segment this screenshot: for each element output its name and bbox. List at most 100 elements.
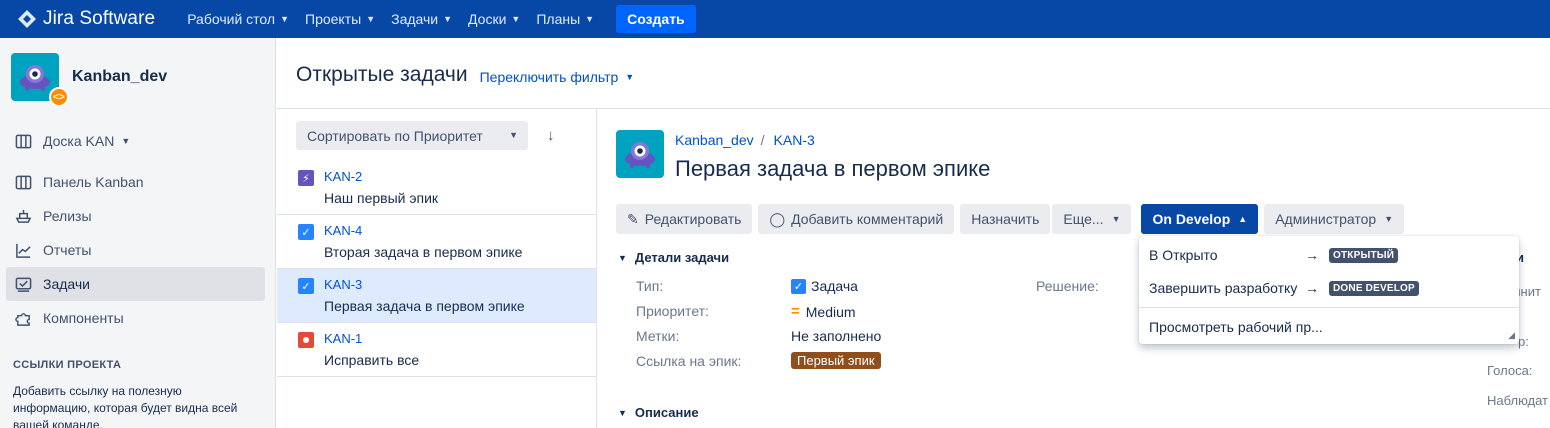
nav-dashboards[interactable]: Рабочий стол ▼: [187, 11, 289, 27]
task-icon: ✓: [298, 278, 314, 294]
project-header[interactable]: <> Kanban_dev: [11, 53, 167, 107]
sidebar-item-label: Задачи: [43, 276, 91, 292]
breadcrumb-issue-key[interactable]: KAN-3: [774, 132, 815, 148]
chevron-down-icon: ▼: [618, 252, 627, 263]
issue-key: KAN-1: [324, 331, 363, 346]
arrow-right-icon: →: [1305, 247, 1319, 263]
create-button[interactable]: Создать: [616, 5, 696, 33]
priority-value: = Medium: [791, 303, 856, 320]
sidebar-item-reports[interactable]: Отчеты: [6, 233, 265, 267]
breadcrumb: Kanban_dev / KAN-3: [675, 132, 815, 148]
issue-summary: Наш первый эпик: [324, 190, 439, 206]
jira-logo[interactable]: Jira Software: [17, 8, 155, 30]
kanban-icon: [14, 173, 32, 191]
sidebar-item-label: Панель Kanban: [43, 174, 144, 190]
switch-filter-link[interactable]: Переключить фильтр ▼: [480, 69, 635, 85]
sidebar-item-issues[interactable]: Задачи: [6, 267, 265, 301]
labels-value[interactable]: Не заполнено: [791, 328, 881, 344]
type-label: Тип:: [636, 278, 664, 294]
task-icon: ✓: [298, 224, 314, 240]
sidebar-item-components[interactable]: Компоненты: [6, 301, 265, 335]
project-links-text[interactable]: Добавить ссылку на полезную информацию, …: [13, 383, 253, 428]
description-section-toggle[interactable]: ▼ Описание: [618, 405, 699, 420]
chevron-down-icon: ▼: [625, 71, 635, 82]
epic-icon: ⚡: [298, 170, 314, 186]
chevron-down-icon: ▼: [511, 14, 521, 24]
more-button[interactable]: Еще... ▼: [1052, 204, 1132, 234]
page-title: Открытые задачи: [296, 63, 468, 86]
sidebar-item-board[interactable]: Доска KAN ▼: [6, 124, 265, 158]
reporter-label-fragment: р:: [1518, 334, 1529, 349]
epic-lozenge[interactable]: Первый эпик: [791, 352, 881, 369]
list-item[interactable]: KAN-1 Исправить все: [277, 323, 596, 377]
jira-diamond-icon: [18, 10, 36, 28]
list-item-selected[interactable]: ✓ KAN-3 Первая задача в первом эпике: [277, 269, 596, 323]
sidebar-item-kanban[interactable]: Панель Kanban: [6, 165, 265, 199]
issue-key: KAN-2: [324, 169, 363, 184]
type-value: ✓ Задача: [791, 278, 858, 294]
chevron-down-icon: ▼: [121, 136, 131, 146]
top-navigation-bar: Jira Software Рабочий стол ▼ Проекты ▼ Зад…: [0, 0, 1550, 38]
status-lozenge: DONE DEVELOP: [1329, 281, 1419, 296]
labels-label: Метки:: [636, 328, 680, 344]
nav-plans[interactable]: Планы ▼: [536, 11, 594, 27]
resize-grip-icon[interactable]: ◢: [1508, 330, 1515, 341]
issue-key: KAN-4: [324, 223, 363, 238]
bug-icon: [298, 332, 314, 348]
add-comment-button[interactable]: ◯ Добавить комментарий: [758, 204, 955, 234]
view-workflow-link[interactable]: Просмотреть рабочий пр...: [1149, 319, 1323, 335]
menu-divider: [1139, 307, 1519, 308]
chevron-down-icon: ▼: [280, 14, 289, 24]
details-section-toggle[interactable]: ▼ Детали задачи: [618, 250, 729, 265]
sidebar-item-releases[interactable]: Релизы: [6, 199, 265, 233]
status-lozenge: ОТКРЫТЫЙ: [1329, 248, 1399, 263]
chevron-down-icon: ▼: [1384, 214, 1394, 224]
epic-link-label: Ссылка на эпик:: [636, 353, 742, 369]
project-links-heading: ССЫЛКИ ПРОЕКТА: [13, 359, 122, 371]
product-name: Jira Software: [43, 8, 156, 29]
list-item[interactable]: ⚡ KAN-2 Наш первый эпик: [277, 161, 596, 215]
code-badge-icon: <>: [49, 87, 69, 107]
status-transition-menu: В Открыто → ОТКРЫТЫЙ Завершить разработк…: [1139, 236, 1519, 344]
transition-to-open[interactable]: В Открыто: [1149, 247, 1218, 263]
task-icon: ✓: [791, 278, 806, 294]
issue-title: Первая задача в первом эпике: [675, 156, 991, 181]
project-avatar: <>: [11, 53, 69, 107]
nav-issues[interactable]: Задачи ▼: [391, 11, 452, 27]
issues-icon: [14, 275, 32, 293]
sidebar-item-label: Компоненты: [43, 310, 124, 326]
project-avatar: [616, 130, 664, 178]
sort-direction-icon[interactable]: ↓: [547, 127, 555, 144]
status-button[interactable]: On Develop ▲: [1141, 204, 1259, 234]
nav-boards[interactable]: Доски ▼: [468, 11, 520, 27]
chart-icon: [14, 241, 32, 259]
chevron-down-icon: ▼: [509, 130, 518, 140]
issue-list: Сортировать по Приоритет ▼ ↓ ⚡ KAN-2 Наш…: [277, 109, 597, 428]
assign-button[interactable]: Назначить: [960, 204, 1051, 234]
priority-label: Приоритет:: [636, 303, 709, 319]
issue-summary: Первая задача в первом эпике: [324, 298, 525, 314]
watchers-label-fragment: Наблюдат: [1487, 393, 1549, 408]
comment-icon: ◯: [769, 210, 786, 227]
pencil-icon: ✎: [627, 210, 639, 227]
sort-dropdown[interactable]: Сортировать по Приоритет ▼: [296, 121, 528, 150]
ufo-icon: [20, 65, 50, 91]
admin-button[interactable]: Администратор ▼: [1264, 204, 1405, 234]
chevron-down-icon: ▼: [585, 14, 595, 24]
epic-link-value[interactable]: Первый эпик: [791, 352, 881, 369]
board-icon: [14, 132, 32, 150]
transition-done-develop[interactable]: Завершить разработку: [1149, 280, 1297, 296]
nav-projects[interactable]: Проекты ▼: [305, 11, 375, 27]
ufo-icon: [625, 142, 655, 168]
sidebar-item-label: Доска KAN: [43, 133, 115, 149]
votes-label: Голоса:: [1487, 363, 1533, 378]
chevron-down-icon: ▼: [618, 407, 627, 418]
breadcrumb-project[interactable]: Kanban_dev: [675, 132, 754, 148]
sidebar-item-label: Отчеты: [43, 242, 92, 258]
edit-button[interactable]: ✎ Редактировать: [616, 204, 753, 234]
project-sidebar: <> Kanban_dev Доска KAN ▼ Панель Kanban …: [0, 38, 276, 428]
chevron-down-icon: ▼: [366, 14, 376, 24]
list-item[interactable]: ✓ KAN-4 Вторая задача в первом эпике: [277, 215, 596, 269]
chevron-down-icon: ▼: [443, 14, 453, 24]
arrow-right-icon: →: [1305, 280, 1319, 296]
